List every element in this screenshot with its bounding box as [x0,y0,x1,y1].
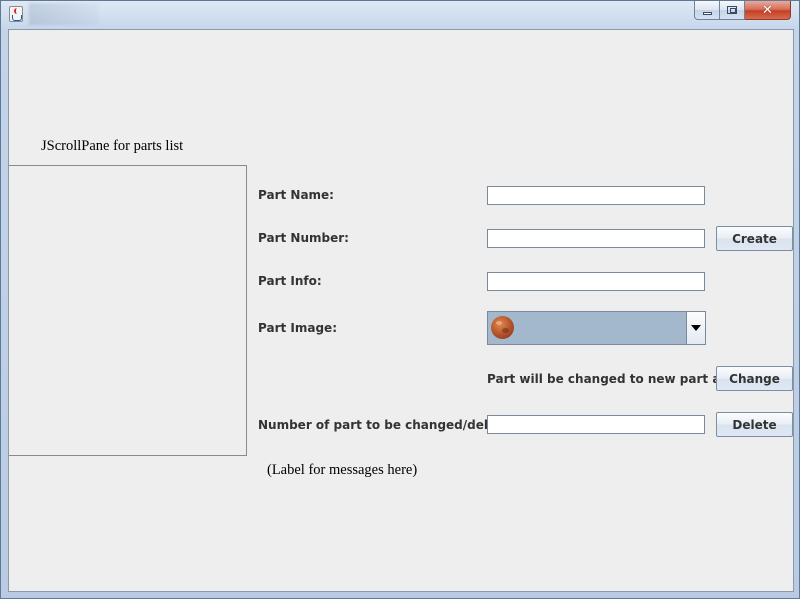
part-image-combo[interactable] [487,311,706,345]
part-image-label: Part Image: [258,321,337,335]
parts-list-scroll-pane[interactable] [9,165,247,456]
part-name-label: Part Name: [258,188,334,202]
content-panel: JScrollPane for parts list Part Name: Pa… [8,29,794,592]
minimize-button[interactable] [694,1,720,20]
part-info-field[interactable] [487,272,705,291]
part-name-field[interactable] [487,186,705,205]
target-number-field[interactable] [487,415,705,434]
maximize-icon [727,6,737,14]
close-button[interactable]: ✕ [745,1,791,20]
part-info-label: Part Info: [258,274,322,288]
change-button[interactable]: Change [716,366,793,391]
change-note-label: Part will be changed to new part above [487,372,754,386]
brown-ball-icon [491,316,514,339]
title-bar[interactable]: ✕ [1,1,799,28]
minimize-icon [702,11,712,15]
dropdown-button[interactable] [686,312,705,344]
java-app-icon[interactable] [9,6,23,22]
parts-list-label: JScrollPane for parts list [41,138,184,154]
title-background-ghost [29,3,99,25]
window-controls: ✕ [694,1,791,20]
part-number-label: Part Number: [258,231,349,245]
app-window: ✕ JScrollPane for parts list Part Name: … [0,0,800,599]
message-label: (Label for messages here) [267,462,418,478]
delete-button[interactable]: Delete [716,412,793,437]
maximize-button[interactable] [720,1,745,20]
part-number-field[interactable] [487,229,705,248]
close-icon: ✕ [762,2,773,18]
chevron-down-icon [691,325,701,331]
create-button[interactable]: Create [716,226,793,251]
target-number-label: Number of part to be changed/deleted: [258,418,524,432]
